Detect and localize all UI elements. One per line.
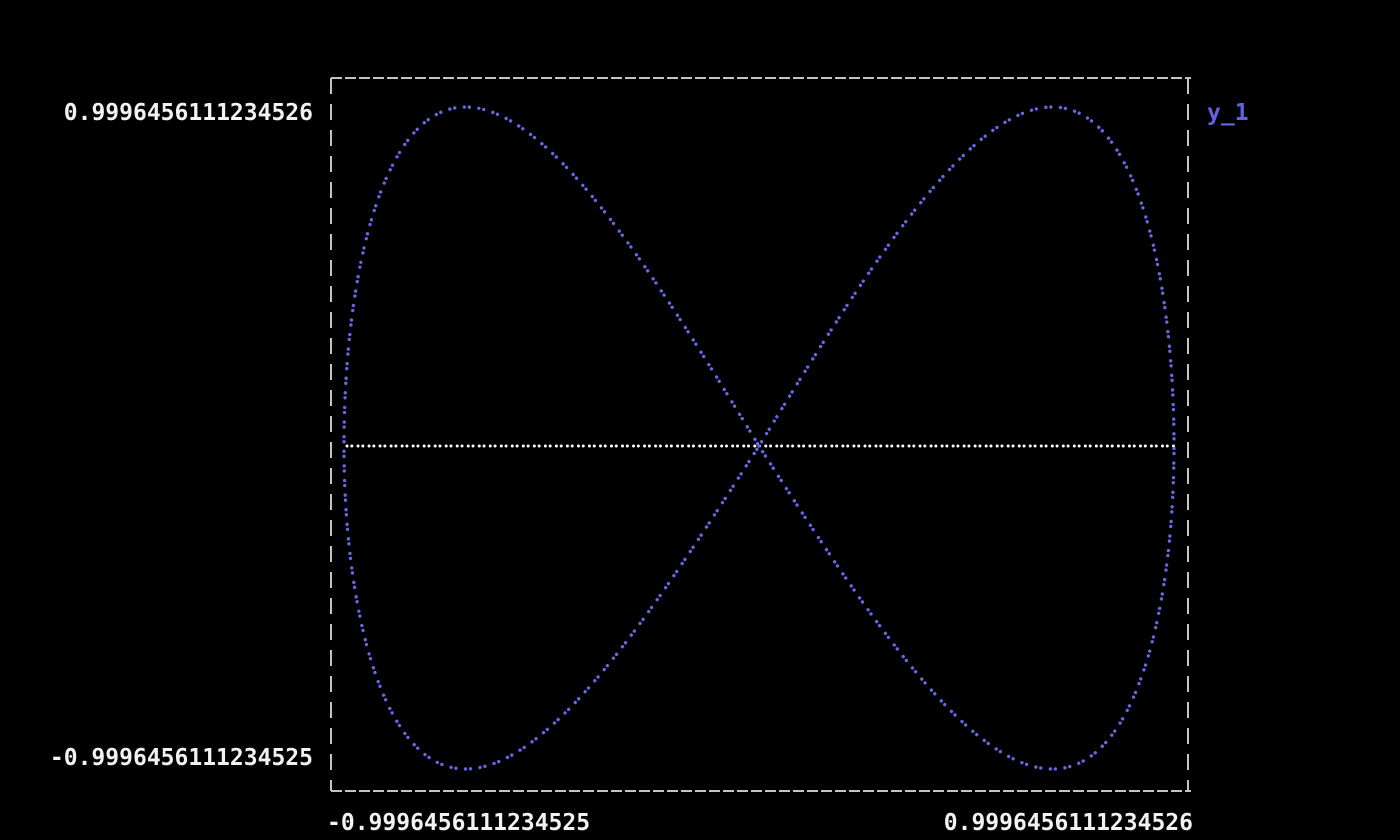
series-y_1-curve	[344, 107, 1174, 769]
plot-window: 0.9996456111234526 -0.9996456111234525 -…	[0, 0, 1400, 840]
x-axis-min-label: -0.9996456111234525	[327, 810, 590, 836]
legend-series-y1: y_1	[1207, 100, 1249, 126]
y-axis-min-label: -0.9996456111234525	[0, 745, 313, 771]
x-axis-max-label: 0.9996456111234526	[900, 810, 1193, 836]
plot-svg	[0, 0, 1400, 840]
y-axis-max-label: 0.9996456111234526	[0, 100, 313, 126]
